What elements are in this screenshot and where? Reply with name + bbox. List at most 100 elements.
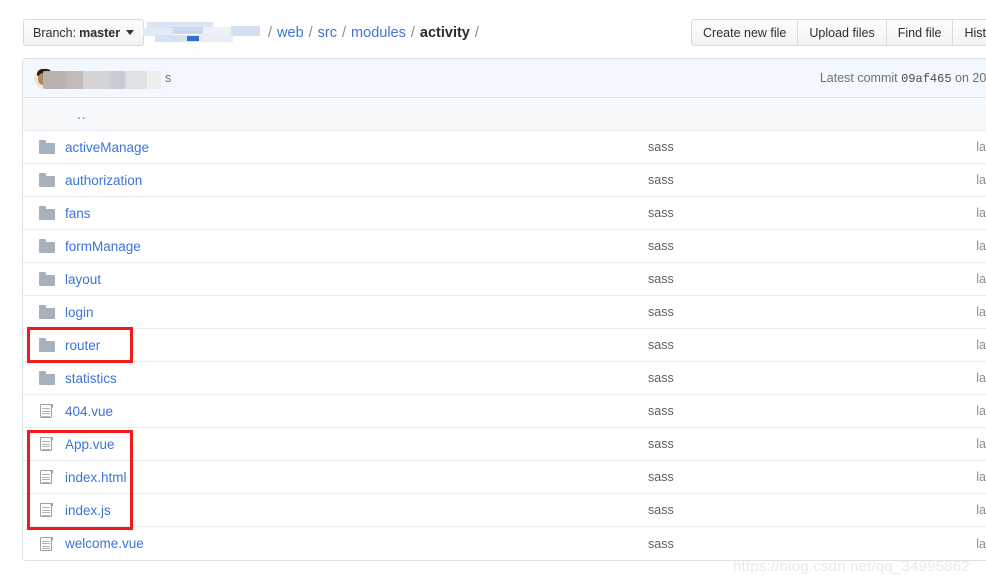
table-row[interactable]: layout sass last mont (23, 263, 986, 296)
file-link[interactable]: activeManage (65, 140, 149, 155)
file-browser-page: Branch: master / web / src / modules / a… (0, 0, 986, 587)
file-name-cell: layout (23, 272, 648, 287)
table-row[interactable]: fans sass last mont (23, 197, 986, 230)
history-button[interactable]: History (953, 19, 986, 46)
commit-time-cell: last mont (976, 305, 986, 319)
file-name-cell: formManage (23, 239, 648, 254)
commit-author-suffix: s (165, 71, 172, 85)
folder-icon (39, 371, 55, 385)
breadcrumb-item-src[interactable]: src (318, 25, 337, 41)
commit-message-cell: sass (648, 404, 674, 418)
table-row[interactable]: welcome.vue sass last mont (23, 527, 986, 560)
file-link[interactable]: layout (65, 272, 101, 287)
file-name-cell: fans (23, 206, 648, 221)
file-link[interactable]: 404.vue (65, 404, 113, 419)
file-name-cell: authorization (23, 173, 648, 188)
commit-time-cell: last mont (976, 173, 986, 187)
repo-action-buttons: Create new file Upload files Find file H… (691, 19, 986, 46)
file-link[interactable]: authorization (65, 173, 142, 188)
folder-icon (39, 140, 55, 154)
file-name-cell: 404.vue (23, 404, 648, 419)
file-link[interactable]: login (65, 305, 94, 320)
commit-time-cell: last mont (976, 338, 986, 352)
folder-icon (39, 173, 55, 187)
file-icon (39, 404, 55, 418)
file-icon (39, 437, 55, 451)
table-row[interactable]: formManage sass last mont (23, 230, 986, 263)
folder-icon (39, 239, 55, 253)
file-link[interactable]: index.js (65, 503, 111, 518)
commit-message-cell: sass (648, 371, 674, 385)
commit-time-cell: last mont (976, 371, 986, 385)
breadcrumb: / web / src / modules / activity / (143, 22, 484, 43)
file-name-cell: welcome.vue (23, 536, 648, 551)
file-icon (39, 470, 55, 484)
parent-name-cell: .. (23, 107, 648, 122)
file-name-cell: statistics (23, 371, 648, 386)
file-link[interactable]: App.vue (65, 437, 115, 452)
folder-icon (39, 338, 55, 352)
commit-message-cell: sass (648, 503, 674, 517)
file-icon (39, 503, 55, 517)
file-link[interactable]: fans (65, 206, 91, 221)
file-name-cell: login (23, 305, 648, 320)
table-row[interactable]: index.html sass last mont (23, 461, 986, 494)
table-row[interactable]: 404.vue sass last mont (23, 395, 986, 428)
commit-message-cell: sass (648, 536, 674, 551)
file-icon (39, 536, 55, 551)
table-row[interactable]: router sass last mont (23, 329, 986, 362)
repo-toolbar: Branch: master / web / src / modules / a… (0, 0, 986, 62)
breadcrumb-separator: / (268, 24, 273, 41)
commit-message-cell: sass (648, 239, 674, 253)
commit-time-cell: last mont (976, 404, 986, 418)
commit-time-cell: last mont (976, 272, 986, 286)
file-link[interactable]: router (65, 338, 100, 353)
commit-message-cell: sass (648, 272, 674, 286)
file-name-cell: activeManage (23, 140, 648, 155)
commit-time-cell: last mont (976, 206, 986, 220)
commit-message-cell: sass (648, 173, 674, 187)
table-row[interactable]: index.js sass last mont (23, 494, 986, 527)
latest-commit-prefix: Latest commit (819, 71, 898, 85)
breadcrumb-item-web[interactable]: web (277, 25, 304, 41)
branch-value: master (79, 25, 121, 40)
breadcrumb-separator: / (410, 24, 415, 41)
breadcrumb-separator: / (342, 24, 347, 41)
file-link[interactable]: index.html (65, 470, 127, 485)
commit-message-cell: sass (648, 140, 674, 154)
parent-directory-link[interactable]: .. (77, 107, 87, 122)
table-row[interactable]: login sass last mont (23, 296, 986, 329)
table-row[interactable]: authorization sass last mont (23, 164, 986, 197)
find-file-button[interactable]: Find file (886, 19, 954, 46)
breadcrumb-separator: / (308, 24, 313, 41)
file-link[interactable]: formManage (65, 239, 141, 254)
file-rows: activeManage sass last mont authorization sa… (23, 131, 986, 560)
breadcrumb-item-modules[interactable]: modules (351, 25, 406, 41)
table-row[interactable]: statistics sass last mont (23, 362, 986, 395)
latest-commit-date: on 20 Ju (955, 71, 986, 85)
latest-commit-sha[interactable]: 09af465 (901, 72, 951, 86)
file-link[interactable]: statistics (65, 371, 117, 386)
latest-commit-bar: s Latest commit 09af465 on 20 Ju (23, 59, 986, 98)
watermark: https://blog.csdn.net/qq_34995862 (733, 558, 970, 575)
commit-message-cell: sass (648, 437, 674, 451)
commit-time-cell: last mont (976, 536, 986, 551)
file-name-cell: index.html (23, 470, 648, 485)
branch-selector-button[interactable]: Branch: master (23, 19, 145, 46)
commit-time-cell: last mont (976, 437, 986, 451)
commit-time-cell: last mont (976, 503, 986, 517)
latest-commit-info: Latest commit 09af465 on 20 Ju (820, 71, 986, 86)
parent-directory-row[interactable]: .. (23, 98, 986, 131)
file-name-cell: App.vue (23, 437, 648, 452)
commit-message-cell: sass (648, 305, 674, 319)
upload-files-button[interactable]: Upload files (798, 19, 887, 46)
project-name-redacted[interactable] (143, 22, 260, 43)
table-row[interactable]: App.vue sass last mont (23, 428, 986, 461)
folder-icon (39, 206, 55, 220)
folder-icon (39, 305, 55, 319)
table-row[interactable]: activeManage sass last mont (23, 131, 986, 164)
create-new-file-button[interactable]: Create new file (691, 19, 799, 46)
file-link[interactable]: welcome.vue (65, 536, 144, 551)
breadcrumb-separator: / (474, 24, 479, 41)
branch-label: Branch: (33, 25, 77, 40)
